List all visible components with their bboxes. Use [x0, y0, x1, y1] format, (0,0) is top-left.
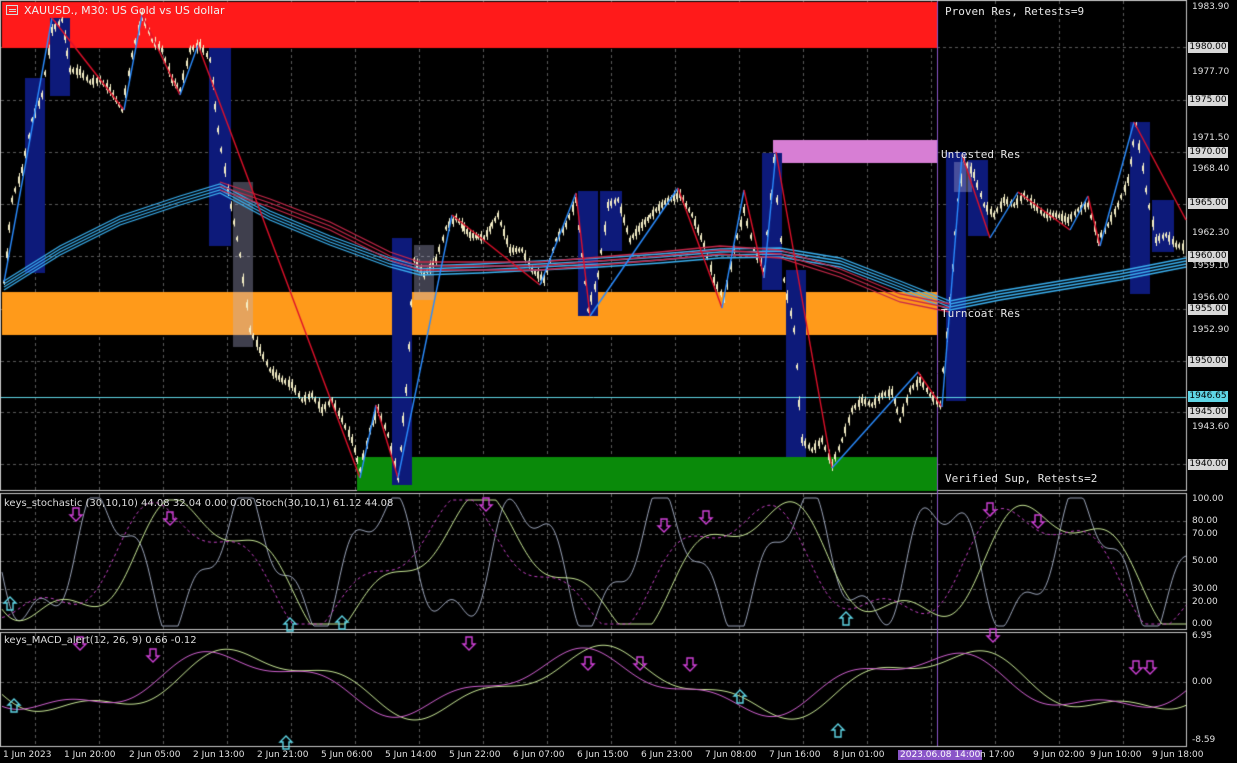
- time-label: 1 Jun 2023: [3, 750, 52, 760]
- time-label: 6 Jun 23:00: [641, 750, 693, 760]
- time-label: 7 Jun 16:00: [769, 750, 821, 760]
- time-label: 5 Jun 22:00: [449, 750, 501, 760]
- price-tick: 1959.10: [1192, 261, 1230, 271]
- time-label: 9 Jun 10:00: [1090, 750, 1142, 760]
- price-tick: 1983.90: [1192, 2, 1230, 12]
- time-label: 1 Jun 20:00: [64, 750, 116, 760]
- macd-title: keys_MACD_alert(12, 26, 9) 0.66 -0.12: [4, 635, 197, 646]
- stoch-level: 20.00: [1192, 597, 1218, 607]
- time-label: 9 Jun 02:00: [1033, 750, 1085, 760]
- time-label: 5 Jun 06:00: [321, 750, 373, 760]
- price-level-box: 1980.00: [1188, 42, 1228, 53]
- price-tick: 1956.00: [1192, 293, 1230, 303]
- time-label: 2 Jun 13:00: [193, 750, 245, 760]
- symbol-title: XAUUSD., M30: US Gold vs US dollar: [24, 4, 225, 17]
- macd-level: 6.95: [1192, 631, 1213, 641]
- price-tick: 1952.90: [1192, 325, 1230, 335]
- stoch-level: 30.00: [1192, 584, 1218, 594]
- price-level-box: 1960.00: [1188, 251, 1228, 262]
- price-level-box: 1975.00: [1188, 95, 1228, 106]
- stoch-level: 100.00: [1192, 494, 1224, 504]
- time-label: 8 Jun 01:00: [833, 750, 885, 760]
- stoch-level: 80.00: [1192, 516, 1218, 526]
- untested-res-label: Untested Res: [941, 148, 1021, 161]
- stoch-level: 0.00: [1192, 619, 1213, 629]
- price-chart-canvas[interactable]: [0, 0, 1237, 763]
- time-label: 2 Jun 21:00: [257, 750, 309, 760]
- verified-sup-label: Verified Sup, Retests=2: [945, 472, 1098, 485]
- crosshair-time-label: 2023.06.08 14:00: [898, 750, 983, 760]
- time-label: 7 Jun 08:00: [705, 750, 757, 760]
- macd-level: 0.00: [1192, 677, 1213, 687]
- time-label: 5 Jun 14:00: [385, 750, 437, 760]
- price-level-box: 1945.00: [1188, 407, 1228, 418]
- time-label: n 17:00: [980, 750, 1015, 760]
- stochastic-title: keys_stochastic (30,10,10) 44.08 32.04 0…: [4, 498, 394, 509]
- price-tick: 1962.30: [1192, 228, 1230, 238]
- price-level-box: 1950.00: [1188, 356, 1228, 367]
- time-label: 2 Jun 05:00: [129, 750, 181, 760]
- price-tick: 1971.50: [1192, 133, 1230, 143]
- time-label: 9 Jun 18:00: [1152, 750, 1204, 760]
- bars-icon: [6, 5, 18, 15]
- turncoat-res-label: Turncoat Res: [941, 307, 1021, 320]
- price-level-box: 1955.00: [1188, 304, 1228, 315]
- macd-level: -8.59: [1192, 735, 1216, 745]
- time-label: 6 Jun 07:00: [513, 750, 565, 760]
- price-tick: 1977.70: [1192, 67, 1230, 77]
- price-level-box: 1940.00: [1188, 459, 1228, 470]
- price-level-box: 1965.00: [1188, 198, 1228, 209]
- price-tick: 1943.60: [1192, 422, 1230, 432]
- time-label: 6 Jun 15:00: [577, 750, 629, 760]
- price-level-box: 1970.00: [1188, 147, 1228, 158]
- proven-res-label: Proven Res, Retests=9: [945, 5, 1085, 18]
- price-tick: 1968.40: [1192, 164, 1230, 174]
- current-price-box: 1946.65: [1188, 391, 1228, 402]
- stoch-level: 70.00: [1192, 529, 1218, 539]
- stoch-level: 50.00: [1192, 556, 1218, 566]
